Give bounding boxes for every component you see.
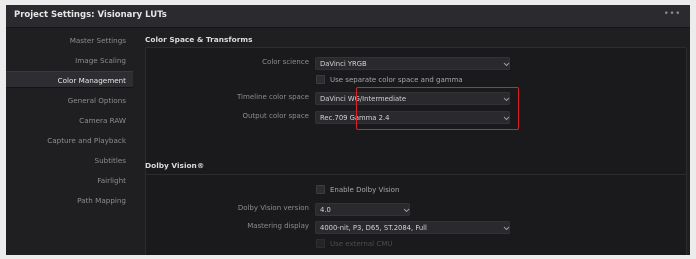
color-science-label: Color science [262,58,309,66]
highlight-box [356,87,519,130]
enable-dolby-vision-label: Enable Dolby Vision [330,186,400,194]
separate-gamma-checkbox[interactable] [316,75,325,84]
more-options-icon[interactable]: ••• [664,9,681,19]
sidebar-item-color-management[interactable]: Color Management [6,71,133,88]
enable-dolby-vision-checkbox[interactable] [316,185,325,194]
sidebar-item-subtitles[interactable]: Subtitles [6,152,133,169]
external-cmu-label: Use external CMU [330,240,393,248]
sidebar-item-camera-raw[interactable]: Camera RAW [6,112,133,129]
settings-content: Color Space & Transforms Color science D… [139,28,690,255]
mastering-display-label: Mastering display [247,222,309,230]
color-science-value: DaVinci YRGB [320,60,367,68]
dolby-vision-version-label: Dolby Vision version [237,204,309,212]
sidebar-item-image-scaling[interactable]: Image Scaling [6,52,133,69]
sidebar-item-path-mapping[interactable]: Path Mapping [6,192,133,209]
dolby-vision-panel [145,174,687,255]
timeline-color-space-label: Timeline color space [237,93,309,101]
settings-sidebar: Master Settings Image Scaling Color Mana… [6,28,133,255]
sidebar-item-master-settings[interactable]: Master Settings [6,32,133,49]
window-title: Project Settings: Visionary LUTs [14,10,167,20]
external-cmu-checkbox[interactable] [316,239,325,248]
sidebar-item-general-options[interactable]: General Options [6,92,133,109]
dolby-vision-version-value: 4.0 [320,206,331,214]
mastering-display-value: 4000-nit, P3, D65, ST.2084, Full [320,224,427,232]
sidebar-item-fairlight[interactable]: Fairlight [6,172,133,189]
color-space-section-title: Color Space & Transforms [145,35,253,44]
output-color-space-label: Output color space [242,112,309,120]
separate-gamma-label: Use separate color space and gamma [330,76,463,84]
title-bar: Project Settings: Visionary LUTs ••• [6,5,690,28]
dolby-vision-version-dropdown[interactable]: 4.0 [315,203,410,216]
sidebar-item-capture-and-playback[interactable]: Capture and Playback [6,132,133,149]
color-science-dropdown[interactable]: DaVinci YRGB [315,57,510,70]
dolby-vision-section-title: Dolby Vision® [145,161,205,170]
mastering-display-dropdown[interactable]: 4000-nit, P3, D65, ST.2084, Full [315,221,510,234]
project-settings-window: Project Settings: Visionary LUTs ••• Mas… [6,5,690,255]
